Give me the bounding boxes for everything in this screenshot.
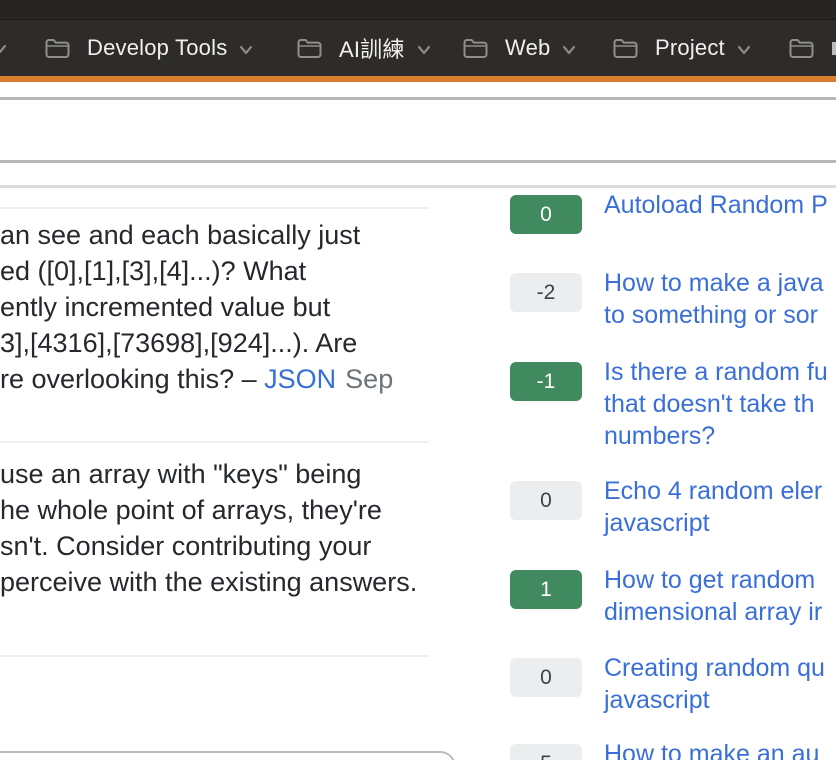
related-question-title-line[interactable]: dimensional array ir	[604, 596, 822, 628]
related-question-row: -1Is there a random futhat doesn't take …	[510, 362, 828, 452]
add-comment-box[interactable]	[0, 751, 456, 760]
comment-author-link[interactable]: JSON	[264, 364, 336, 394]
related-question-title-line[interactable]: Is there a random fu	[604, 356, 828, 388]
related-question-title-line[interactable]: How to get random	[604, 564, 822, 596]
related-question-title-line[interactable]: Echo 4 random eler	[604, 475, 822, 507]
vote-count-badge: 0	[510, 481, 582, 520]
related-question-row: -2How to make a javato something or sor	[510, 273, 824, 331]
related-question-link[interactable]: Echo 4 random elerjavascript	[604, 475, 822, 539]
related-question-link[interactable]: Is there a random futhat doesn't take th…	[604, 356, 828, 452]
chevron-down-icon	[562, 35, 576, 61]
bookmark-folder-develop-tools[interactable]: Develop Tools	[44, 20, 253, 76]
chevron-down-icon	[417, 35, 431, 61]
page-header-border	[0, 160, 836, 163]
toolbar-border	[0, 97, 836, 100]
folder-icon	[44, 37, 71, 60]
vote-count-badge: 0	[510, 195, 582, 234]
tab-strip	[0, 0, 836, 20]
related-question-title-line[interactable]: Creating random qu	[604, 652, 825, 684]
screen: Develop Tools AI訓練 Web Project an see and e…	[0, 0, 836, 760]
related-question-title-line[interactable]: How to make a java	[604, 267, 824, 299]
bookmark-folder-web[interactable]: Web	[462, 20, 576, 76]
related-question-row: 5How to make an au	[510, 744, 819, 760]
comment-text-line: perceive with the existing answers.	[0, 564, 417, 600]
comment-text-line: ed ([0],[1],[3],[4]...)? What	[0, 253, 393, 289]
related-question-title-line[interactable]: to something or sor	[604, 299, 824, 331]
bookmark-folder-partial[interactable]	[788, 20, 815, 76]
comment-text-line: an see and each basically just	[0, 217, 393, 253]
folder-icon	[788, 37, 815, 60]
vote-count-badge: 0	[510, 658, 582, 697]
related-question-link[interactable]: Autoload Random P	[604, 189, 828, 221]
vote-count-badge: 5	[510, 744, 582, 760]
bookmark-label: Project	[655, 35, 725, 61]
comment: use an array with "keys" beinghe whole p…	[0, 456, 417, 600]
chevron-down-icon	[737, 35, 751, 61]
vote-count-badge: 1	[510, 570, 582, 609]
comment-text-line: 3],[4316],[73698],[924]...). Are	[0, 325, 393, 361]
bookmark-label: AI訓練	[339, 32, 405, 64]
folder-icon	[296, 37, 323, 60]
folder-icon	[612, 37, 639, 60]
related-question-row: 0Creating random qujavascript	[510, 658, 825, 716]
bookmark-label-fragment	[832, 42, 836, 55]
related-question-link[interactable]: Creating random qujavascript	[604, 652, 825, 716]
comment-text-line: sn't. Consider contributing your	[0, 528, 417, 564]
tab-group-accent-bar	[0, 76, 836, 82]
related-question-title-line[interactable]: numbers?	[604, 420, 828, 452]
vote-count-badge: -1	[510, 362, 582, 401]
folder-icon	[462, 37, 489, 60]
related-question-title-line[interactable]: that doesn't take th	[604, 388, 828, 420]
related-question-title-line[interactable]: javascript	[604, 684, 825, 716]
bookmark-label: Develop Tools	[87, 35, 227, 61]
comment-text-line: re overlooking this? – JSON Sep	[0, 361, 393, 397]
comment-text-line: use an array with "keys" being	[0, 456, 417, 492]
bookmark-label: Web	[505, 35, 550, 61]
comment-divider	[0, 441, 429, 443]
related-question-link[interactable]: How to make an au	[604, 738, 819, 760]
comment: an see and each basically justed ([0],[1…	[0, 217, 393, 397]
chevron-down-icon	[0, 41, 7, 59]
related-question-title-line[interactable]: javascript	[604, 507, 822, 539]
content-top-border	[0, 185, 836, 188]
related-question-row: 0Autoload Random P	[510, 195, 828, 234]
comment-text-line: he whole point of arrays, they're	[0, 492, 417, 528]
related-question-title-line[interactable]: How to make an au	[604, 738, 819, 760]
comment-divider	[0, 655, 429, 657]
chevron-down-icon	[239, 35, 253, 61]
related-question-row: 1How to get randomdimensional array ir	[510, 570, 822, 628]
related-question-link[interactable]: How to make a javato something or sor	[604, 267, 824, 331]
comment-text: re overlooking this? –	[0, 364, 264, 394]
bookmarks-bar: Develop Tools AI訓練 Web Project	[0, 0, 836, 76]
related-question-link[interactable]: How to get randomdimensional array ir	[604, 564, 822, 628]
bookmark-folder-ai-training[interactable]: AI訓練	[296, 20, 431, 76]
bookmark-folder-project[interactable]: Project	[612, 20, 751, 76]
comment-divider	[0, 207, 429, 209]
vote-count-badge: -2	[510, 273, 582, 312]
related-question-row: 0Echo 4 random elerjavascript	[510, 481, 822, 539]
related-question-title-line[interactable]: Autoload Random P	[604, 189, 828, 221]
comment-text-line: ently incremented value but	[0, 289, 393, 325]
comment-date: Sep	[345, 364, 393, 394]
